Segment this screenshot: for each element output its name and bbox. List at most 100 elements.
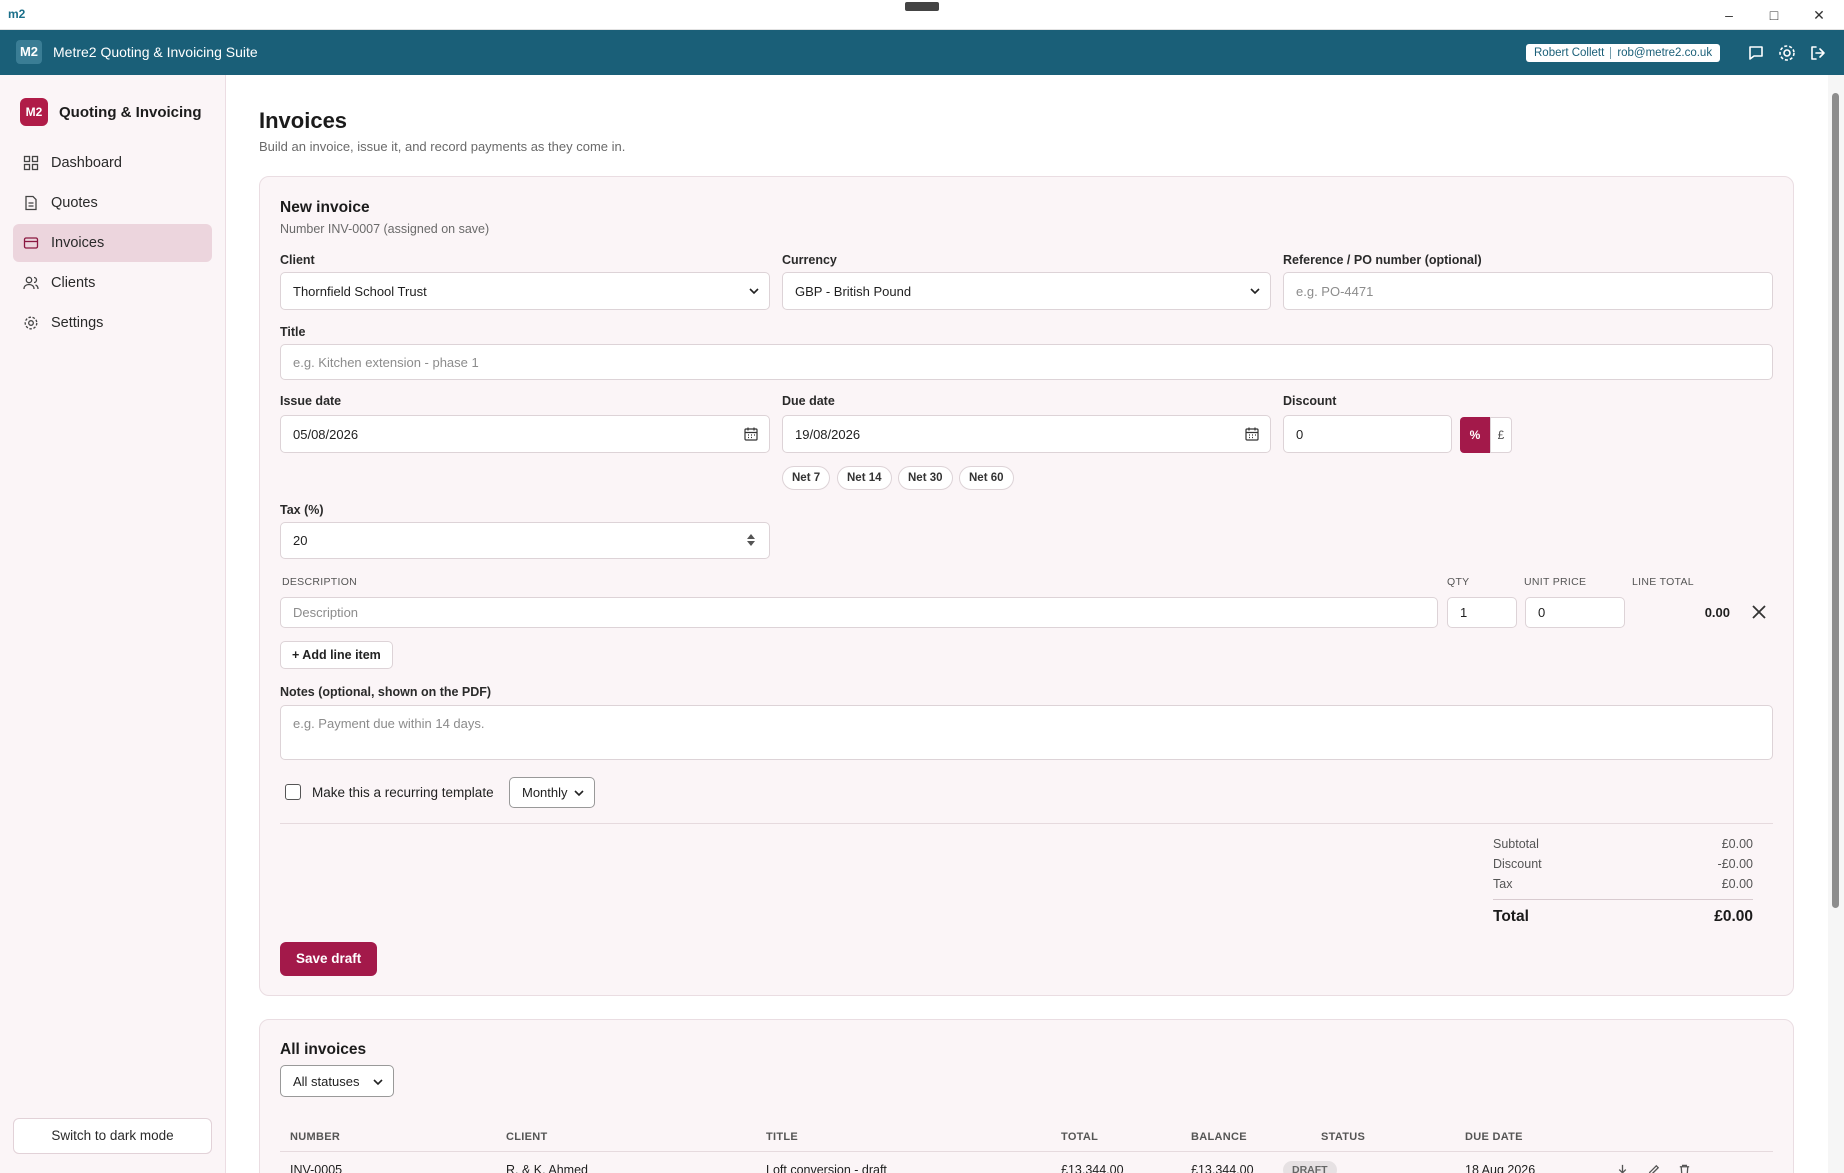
due-date-input[interactable]: 19/08/2026 bbox=[782, 415, 1271, 453]
line-unit-price-input[interactable]: 0 bbox=[1525, 597, 1625, 628]
net-30-button[interactable]: Net 30 bbox=[898, 466, 953, 490]
sidebar-brand: M2 Quoting & Invoicing bbox=[20, 98, 202, 126]
notes-textarea[interactable]: e.g. Payment due within 14 days. bbox=[280, 705, 1773, 760]
recurring-checkbox[interactable] bbox=[285, 784, 301, 800]
sidebar-item-label: Settings bbox=[51, 315, 104, 331]
page-scrollbar[interactable] bbox=[1828, 75, 1844, 1173]
spin-stepper-icon[interactable] bbox=[743, 532, 759, 548]
logout-icon[interactable] bbox=[1808, 43, 1828, 63]
col-description: DESCRIPTION bbox=[282, 576, 358, 588]
divider bbox=[280, 1151, 1773, 1152]
users-icon bbox=[23, 276, 39, 290]
client-label: Client bbox=[280, 253, 315, 267]
column-header-number[interactable]: NUMBER bbox=[290, 1131, 340, 1143]
discount-input[interactable]: 0 bbox=[1283, 415, 1452, 453]
column-header-balance[interactable]: BALANCE bbox=[1191, 1131, 1247, 1143]
col-qty: QTY bbox=[1447, 576, 1470, 588]
subtotal-value: £0.00 bbox=[1721, 837, 1753, 851]
invoice-number-note: Number INV-0007 (assigned on save) bbox=[280, 222, 490, 236]
sidebar-item-quotes[interactable]: Quotes bbox=[13, 184, 212, 222]
divider bbox=[1493, 899, 1753, 900]
column-header-due-date[interactable]: DUE DATE bbox=[1465, 1131, 1523, 1143]
sidebar-item-label: Invoices bbox=[51, 235, 105, 251]
sidebar-item-invoices[interactable]: Invoices bbox=[13, 224, 212, 262]
app-header: M2 Metre2 Quoting & Invoicing Suite Robe… bbox=[0, 30, 1844, 75]
recurring-frequency-value: Monthly bbox=[522, 785, 568, 800]
sidebar-item-label: Quotes bbox=[51, 195, 98, 211]
sidebar-item-label: Dashboard bbox=[51, 155, 122, 171]
minimize-button[interactable]: – bbox=[1712, 3, 1746, 27]
discount-label: Discount bbox=[1283, 394, 1337, 408]
client-select-value: Thornfield School Trust bbox=[293, 283, 427, 299]
sidebar-item-clients[interactable]: Clients bbox=[13, 264, 212, 302]
total-label: Total bbox=[1493, 908, 1529, 925]
line-total-value: 0.00 bbox=[1704, 605, 1730, 620]
download-icon[interactable] bbox=[1615, 1163, 1630, 1173]
issue-date-input[interactable]: 05/08/2026 bbox=[280, 415, 770, 453]
net-14-button[interactable]: Net 14 bbox=[837, 466, 892, 490]
sidebar-item-label: Clients bbox=[51, 275, 96, 291]
page-subtitle: Build an invoice, issue it, and record p… bbox=[259, 139, 626, 154]
due-date-value: 19/08/2026 bbox=[795, 426, 861, 442]
brand-logo: M2 bbox=[20, 98, 48, 126]
net-60-button[interactable]: Net 60 bbox=[959, 466, 1014, 490]
close-window-button[interactable]: ✕ bbox=[1802, 3, 1836, 27]
line-qty-input[interactable]: 1 bbox=[1447, 597, 1517, 628]
new-invoice-title: New invoice bbox=[280, 199, 370, 216]
line-description-input[interactable]: Description bbox=[280, 597, 1438, 628]
delete-icon[interactable] bbox=[1677, 1163, 1692, 1173]
title-label: Title bbox=[280, 325, 306, 339]
window-drag-handle[interactable] bbox=[905, 2, 939, 11]
remove-line-icon[interactable] bbox=[1750, 603, 1768, 621]
currency-label: Currency bbox=[782, 253, 837, 267]
tax-value: 20 bbox=[293, 533, 308, 548]
cell-title: Loft conversion - draft bbox=[766, 1163, 887, 1173]
discount-pound-toggle[interactable]: £ bbox=[1490, 417, 1512, 453]
discount-percent-toggle[interactable]: % bbox=[1460, 417, 1490, 453]
calendar-icon[interactable] bbox=[1244, 426, 1260, 442]
sidebar-item-dashboard[interactable]: Dashboard bbox=[13, 144, 212, 182]
page-title: Invoices bbox=[259, 108, 348, 133]
discount-row: Discount -£0.00 bbox=[1493, 857, 1753, 871]
reference-input[interactable]: e.g. PO-4471 bbox=[1283, 272, 1773, 310]
notes-label: Notes (optional, shown on the PDF) bbox=[280, 685, 492, 699]
settings-gear-icon[interactable] bbox=[1777, 43, 1797, 63]
save-draft-button[interactable]: Save draft bbox=[280, 942, 378, 976]
new-invoice-card: New invoice Number INV-0007 (assigned on… bbox=[259, 176, 1794, 996]
status-filter-select[interactable]: All statuses bbox=[280, 1065, 394, 1097]
sidebar-item-settings[interactable]: Settings bbox=[13, 304, 212, 342]
calendar-icon[interactable] bbox=[743, 426, 759, 442]
scrollbar-thumb[interactable] bbox=[1832, 93, 1839, 908]
net-7-button[interactable]: Net 7 bbox=[782, 466, 831, 490]
tax-row: Tax £0.00 bbox=[1493, 877, 1753, 891]
issue-date-value: 05/08/2026 bbox=[293, 426, 359, 442]
currency-select[interactable]: GBP - British Pound bbox=[782, 272, 1271, 310]
all-invoices-card: All invoices All statuses NUMBER CLIENT … bbox=[259, 1019, 1794, 1173]
chevron-down-icon bbox=[574, 790, 584, 797]
column-header-total[interactable]: TOTAL bbox=[1061, 1131, 1098, 1143]
add-line-item-button[interactable]: + Add line item bbox=[280, 641, 393, 669]
discount-summary-value: -£0.00 bbox=[1717, 857, 1753, 871]
gear-icon bbox=[24, 316, 38, 330]
column-header-client[interactable]: CLIENT bbox=[506, 1131, 548, 1143]
reference-label: Reference / PO number (optional) bbox=[1283, 253, 1482, 267]
recurring-frequency-select[interactable]: Monthly bbox=[509, 777, 595, 808]
divider bbox=[1610, 47, 1612, 59]
total-value: £0.00 bbox=[1714, 908, 1753, 925]
title-input[interactable]: e.g. Kitchen extension - phase 1 bbox=[280, 344, 1773, 380]
maximize-button[interactable]: □ bbox=[1757, 3, 1791, 27]
chevron-down-icon bbox=[1250, 288, 1260, 295]
document-icon bbox=[25, 195, 37, 211]
dark-mode-toggle-button[interactable]: Switch to dark mode bbox=[13, 1118, 212, 1154]
edit-icon[interactable] bbox=[1646, 1163, 1661, 1173]
brand-name: Quoting & Invoicing bbox=[59, 103, 202, 121]
column-header-status[interactable]: STATUS bbox=[1321, 1131, 1365, 1143]
client-select[interactable]: Thornfield School Trust bbox=[280, 272, 770, 310]
user-account-pill[interactable]: Robert Collett rob@metre2.co.uk bbox=[1526, 44, 1721, 62]
status-filter-value: All statuses bbox=[293, 1073, 360, 1089]
feedback-icon[interactable] bbox=[1746, 43, 1766, 63]
app-title: Metre2 Quoting & Invoicing Suite bbox=[53, 44, 258, 60]
tax-label: Tax (%) bbox=[280, 503, 324, 517]
column-header-title[interactable]: TITLE bbox=[766, 1131, 798, 1143]
tax-input[interactable]: 20 bbox=[280, 522, 770, 559]
